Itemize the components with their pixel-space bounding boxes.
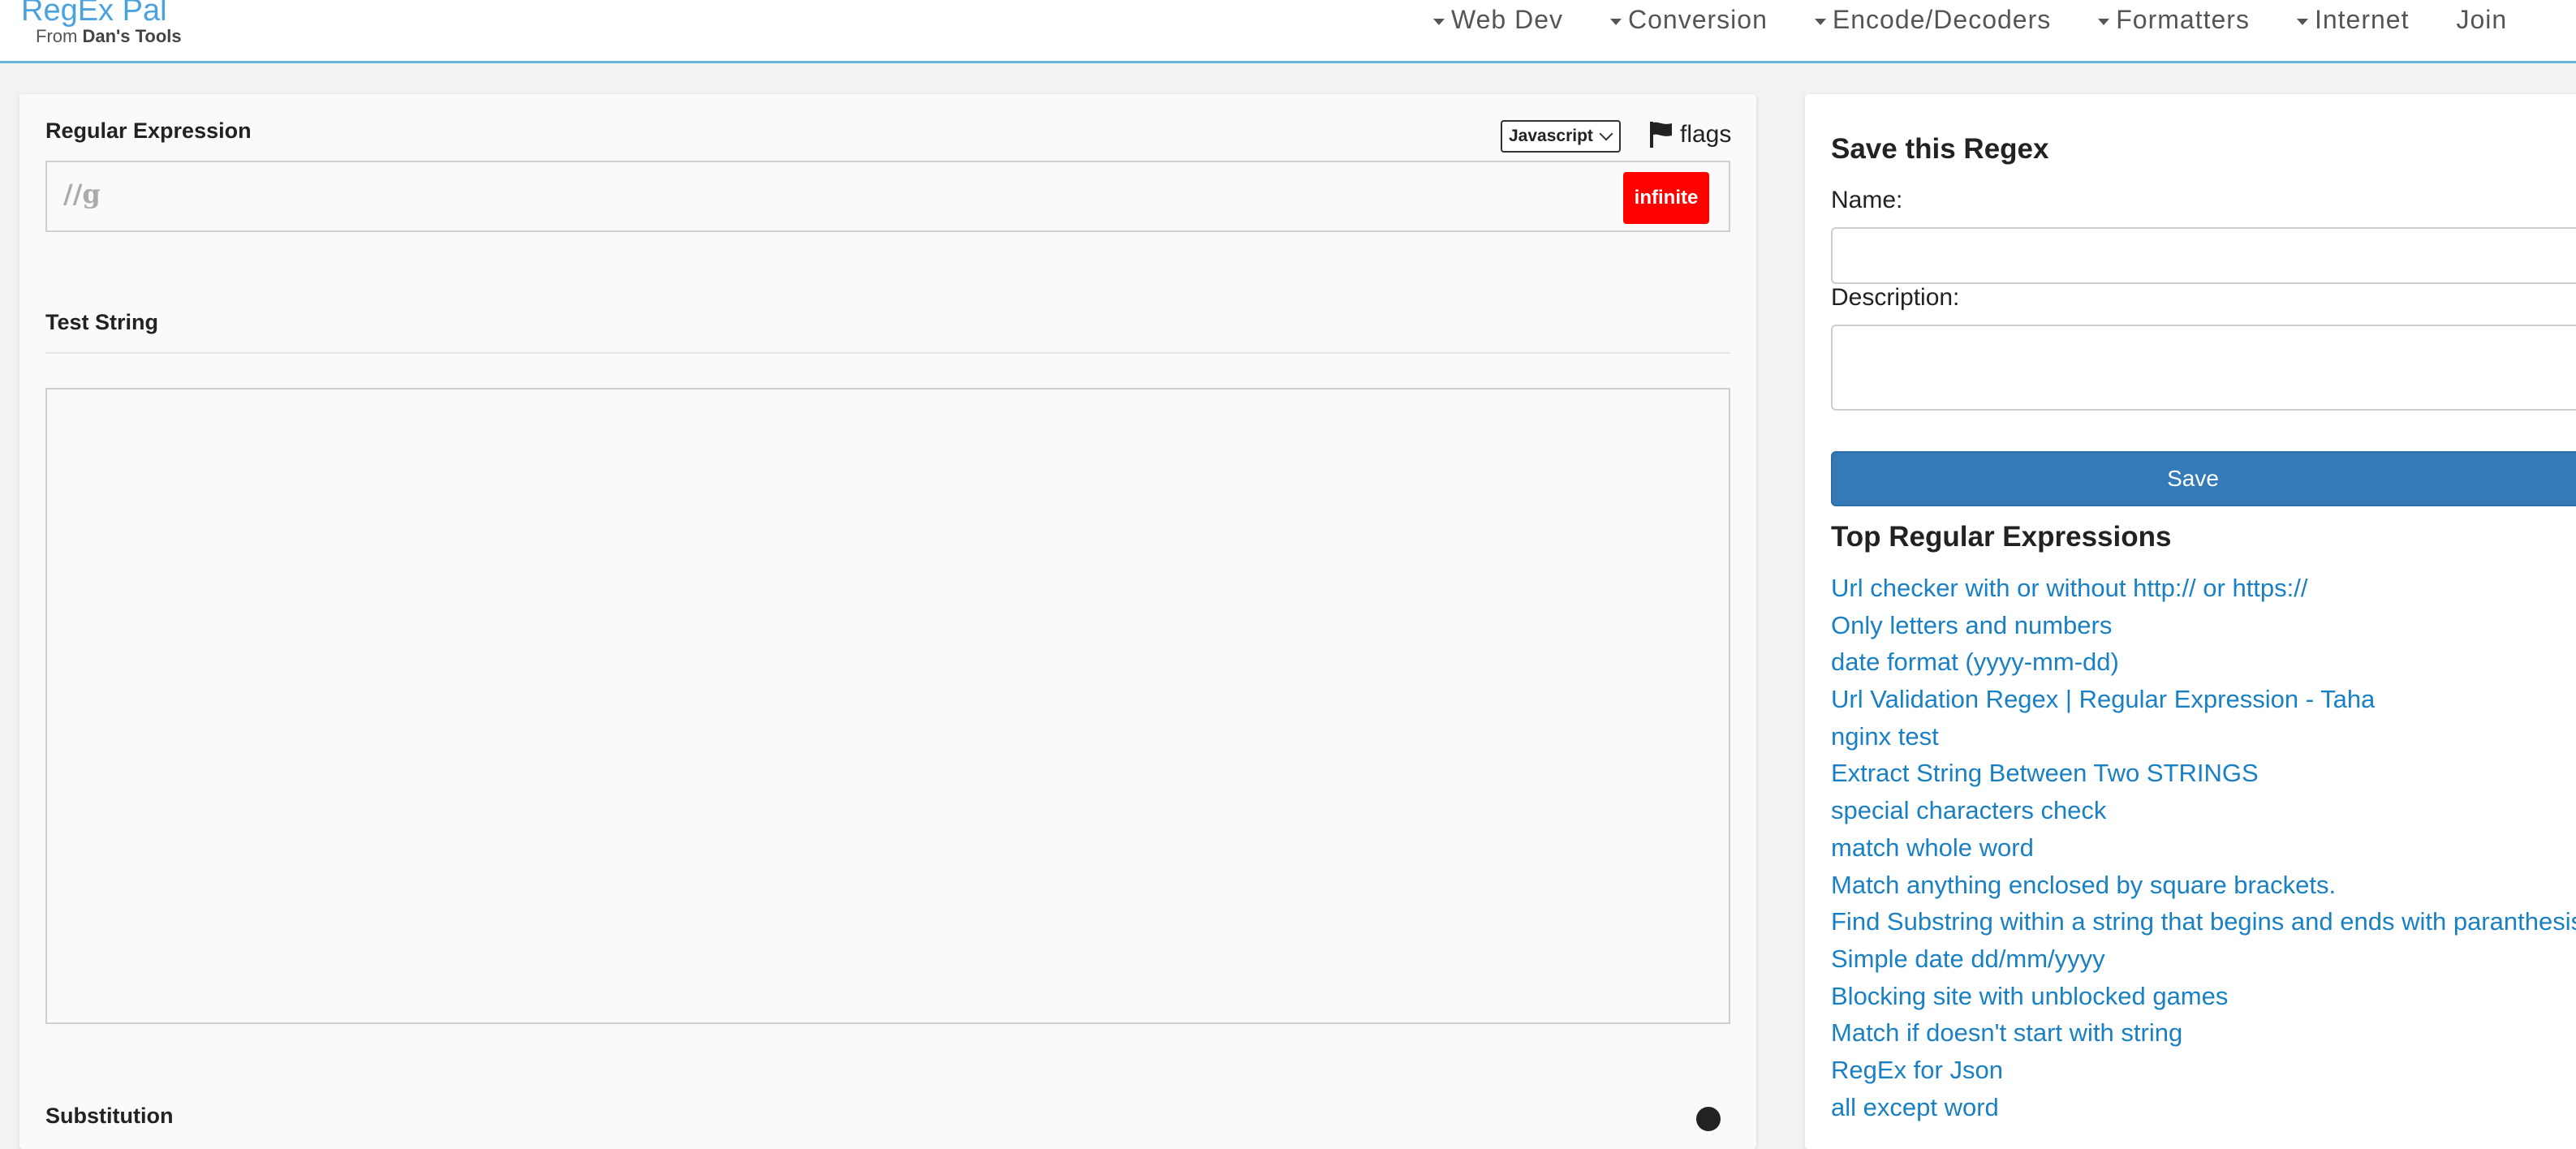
regex-input[interactable]: //g infinite <box>45 161 1730 232</box>
nav-item-encode-decoders[interactable]: Encode/Decoders <box>1814 5 2052 35</box>
brand-subtitle: From Dan's Tools <box>36 26 182 47</box>
sidebar-panel: Save this Regex Name: Description: Save … <box>1805 94 2576 1149</box>
nav-item-formatters[interactable]: Formatters <box>2098 5 2250 35</box>
flag-icon <box>1650 122 1672 148</box>
flags-button[interactable]: flags <box>1649 118 1731 151</box>
top-regex-link[interactable]: Match anything enclosed by square bracke… <box>1831 867 2576 904</box>
flavor-select[interactable]: Javascript <box>1501 120 1621 153</box>
top-regex-link[interactable]: Find Substring within a string that begi… <box>1831 903 2576 940</box>
top-navbar: RegEx Pal From Dan's Tools Web Dev Conve… <box>0 0 2576 63</box>
top-regex-link[interactable]: Blocking site with unblocked games <box>1831 978 2576 1015</box>
name-field[interactable] <box>1831 227 2576 284</box>
top-regex-link[interactable]: Url checker with or without http:// or h… <box>1831 570 2576 607</box>
infinite-badge: infinite <box>1623 172 1709 224</box>
caret-down-icon <box>1814 18 1826 25</box>
nav-item-label: Internet <box>2314 5 2410 34</box>
top-regex-link[interactable]: date format (yyyy-mm-dd) <box>1831 643 2576 681</box>
caret-down-icon <box>2098 18 2110 25</box>
top-regex-link[interactable]: match whole word <box>1831 829 2576 867</box>
top-regex-list: Url checker with or without http:// or h… <box>1831 570 2576 1125</box>
regex-label: Regular Expression <box>45 118 252 143</box>
substitution-label: Substitution <box>45 1104 174 1128</box>
brand-title[interactable]: RegEx Pal <box>21 0 182 26</box>
regex-input-value: //g <box>63 179 101 209</box>
caret-down-icon <box>1433 18 1445 25</box>
top-regex-link[interactable]: all except word <box>1831 1089 2576 1126</box>
top-regex-link[interactable]: Match if doesn't start with string <box>1831 1014 2576 1052</box>
description-field[interactable] <box>1831 325 2576 411</box>
brand-logo[interactable]: RegEx Pal From Dan's Tools <box>21 0 182 47</box>
caret-down-icon <box>1610 18 1622 25</box>
nav-item-internet[interactable]: Internet <box>2296 5 2410 35</box>
save-button-label: Save <box>2167 466 2219 491</box>
name-label: Name: <box>1831 187 1903 213</box>
editor-panel: Regular Expression Javascript flags //g … <box>19 94 1756 1149</box>
nav-item-label: Formatters <box>2116 5 2250 34</box>
top-regex-link[interactable]: special characters check <box>1831 792 2576 829</box>
brand-sub-prefix: From <box>36 26 83 46</box>
test-string-input[interactable] <box>45 388 1730 1024</box>
top-regex-link[interactable]: RegEx for Json <box>1831 1052 2576 1089</box>
top-regex-link[interactable]: nginx test <box>1831 718 2576 755</box>
flags-label: flags <box>1680 121 1732 148</box>
top-regex-link[interactable]: Simple date dd/mm/yyyy <box>1831 940 2576 978</box>
top-regex-link[interactable]: Extract String Between Two STRINGS <box>1831 755 2576 792</box>
flavor-select-value: Javascript <box>1509 127 1593 145</box>
nav-item-web-dev[interactable]: Web Dev <box>1433 5 1563 35</box>
nav-item-join[interactable]: Join <box>2456 5 2507 35</box>
nav-menu: Web Dev Conversion Encode/Decoders Forma… <box>1433 5 2507 35</box>
top-regex-link[interactable]: Only letters and numbers <box>1831 607 2576 644</box>
brand-sub-link[interactable]: Dan's Tools <box>82 26 181 46</box>
nav-item-label: Web Dev <box>1451 5 1564 34</box>
top-regex-link[interactable]: Url Validation Regex | Regular Expressio… <box>1831 681 2576 718</box>
nav-item-label: Encode/Decoders <box>1832 5 2052 34</box>
chevron-down-icon <box>1599 127 1613 141</box>
save-button[interactable]: Save <box>1831 451 2576 506</box>
nav-item-conversion[interactable]: Conversion <box>1610 5 1768 35</box>
section-divider <box>45 352 1730 354</box>
help-icon[interactable] <box>1696 1107 1721 1131</box>
description-label: Description: <box>1831 284 1960 311</box>
top-regex-title: Top Regular Expressions <box>1831 521 2172 553</box>
nav-item-label: Conversion <box>1628 5 1768 34</box>
save-regex-title: Save this Regex <box>1831 133 2049 165</box>
caret-down-icon <box>2296 18 2308 25</box>
test-string-label: Test String <box>45 310 159 334</box>
